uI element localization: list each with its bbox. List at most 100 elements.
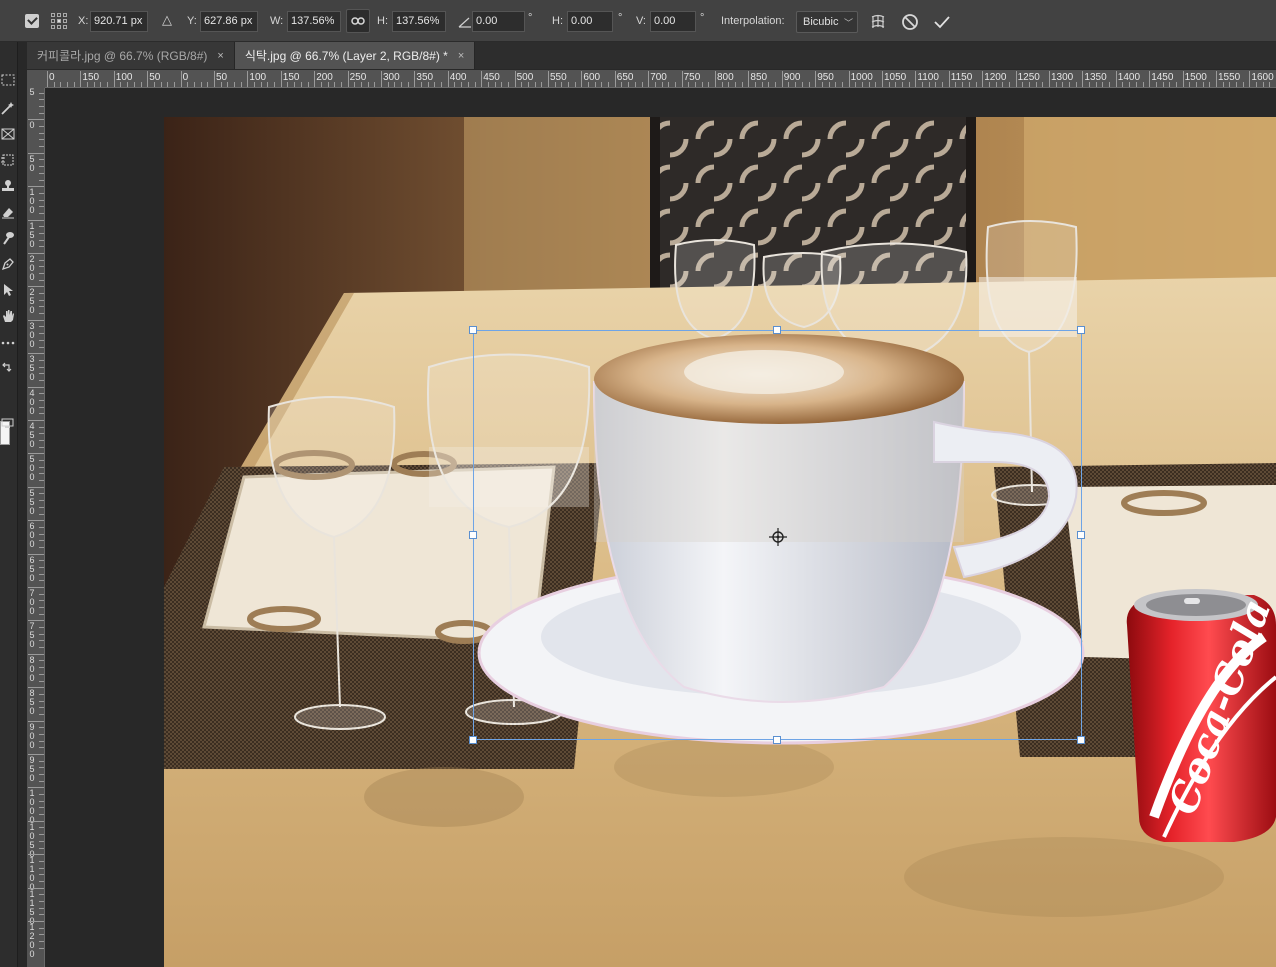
ruler-major-tick (948, 71, 950, 87)
checkmark-icon[interactable] (931, 11, 953, 33)
ruler-minor-tick (735, 82, 737, 87)
screen-mode-icon[interactable] (0, 412, 18, 434)
ruler-tick (28, 653, 44, 655)
ruler-major-tick (113, 71, 115, 87)
width-field[interactable]: 137.56% (287, 11, 341, 32)
rotation-unit: ° (528, 12, 533, 24)
eraser-tool-icon[interactable] (0, 201, 18, 223)
ruler-tick (28, 186, 44, 188)
reference-point-grid[interactable] (51, 13, 67, 29)
ruler-tick (28, 754, 44, 755)
close-icon[interactable]: × (458, 50, 464, 62)
ruler-label: 950 (817, 72, 834, 83)
ruler-minor-tick (307, 82, 309, 87)
options-bar: X: 920.71 px △ Y: 627.86 px W: 137.56% H… (0, 0, 1276, 42)
ruler-tick (39, 306, 44, 308)
ruler-minor-tick (1155, 82, 1157, 87)
ruler-minor-tick (721, 82, 723, 87)
ruler-minor-tick (928, 82, 930, 87)
marquee-tool-icon[interactable] (0, 69, 18, 91)
stamp-tool-icon[interactable] (0, 175, 18, 197)
ruler-minor-tick (621, 82, 623, 87)
ruler-major-tick (280, 71, 282, 87)
ruler-tick (39, 166, 44, 168)
crop-frame-tool-icon[interactable] (0, 123, 18, 145)
height-field[interactable]: 137.56% (392, 11, 446, 32)
ruler-tick (39, 326, 44, 328)
ruler-minor-tick (160, 82, 162, 87)
ruler-minor-tick (935, 82, 937, 87)
ruler-minor-tick (1236, 82, 1238, 87)
transform-handle-bottom-left[interactable] (469, 736, 477, 744)
ruler-tick (39, 533, 44, 535)
tab-coffee-cola[interactable]: 커피콜라.jpg @ 66.7% (RGB/8#) × (27, 42, 235, 69)
magic-wand-tool-icon[interactable] (0, 97, 18, 119)
slice-tool-icon[interactable] (0, 149, 18, 171)
tab-dining-table[interactable]: 식탁.jpg @ 66.7% (Layer 2, RGB/8#) * × (234, 42, 476, 69)
pivot-point-icon[interactable] (769, 528, 787, 546)
transform-handle-top[interactable] (773, 326, 781, 334)
ruler-major-tick (648, 71, 650, 87)
ruler-tick (39, 513, 44, 515)
ruler-label: 300 (383, 72, 400, 83)
tool-preset-checkbox[interactable] (25, 14, 39, 28)
smudge-tool-icon[interactable] (0, 227, 18, 249)
ruler-minor-tick (374, 82, 376, 87)
warp-icon[interactable] (867, 11, 889, 33)
ruler-tick (39, 493, 44, 495)
ruler-minor-tick (120, 82, 122, 87)
ruler-tick (39, 413, 44, 415)
ruler-minor-tick (260, 82, 262, 87)
ruler-minor-tick (868, 82, 870, 87)
interpolation-select[interactable]: Bicubic ﹀ (796, 11, 858, 33)
horizontal-ruler[interactable]: 0 150 100 50 0 50 100 150 200 250 300 350 400 450 500 5… (45, 70, 1276, 88)
rotation-field[interactable]: 0.00 (472, 11, 525, 32)
ruler-tick (39, 633, 44, 635)
ruler-tick (39, 914, 44, 916)
ruler-major-tick (548, 71, 549, 87)
hand-tool-icon[interactable] (0, 305, 18, 327)
ruler-minor-tick (995, 82, 997, 87)
ruler-minor-tick (628, 82, 630, 87)
close-icon[interactable]: × (217, 50, 223, 62)
cancel-icon[interactable] (899, 11, 921, 33)
vertical-skew-field[interactable]: 0.00 (650, 11, 696, 32)
more-tools-icon[interactable] (0, 332, 18, 354)
ruler-major-tick (882, 71, 883, 87)
ruler-minor-tick (274, 82, 276, 87)
ruler-minor-tick (1202, 82, 1204, 87)
ruler-minor-tick (1089, 82, 1091, 87)
transform-handle-right[interactable] (1077, 531, 1085, 539)
transform-handle-top-left[interactable] (469, 326, 477, 334)
ruler-minor-tick (367, 82, 369, 87)
ruler-tick (39, 246, 44, 248)
transform-handle-bottom-right[interactable] (1077, 736, 1085, 744)
link-icon[interactable] (346, 9, 370, 33)
horizontal-skew-field[interactable]: 0.00 (567, 11, 613, 32)
pen-tool-icon[interactable] (0, 253, 18, 275)
ruler-label: 800 (29, 654, 35, 683)
ruler-tick (39, 266, 44, 268)
ruler-minor-tick (1069, 82, 1071, 87)
swap-colors-icon[interactable] (0, 356, 18, 378)
ruler-minor-tick (1035, 82, 1037, 87)
y-position-field[interactable]: 627.86 px (200, 11, 258, 32)
ruler-minor-tick (487, 82, 489, 87)
transform-handle-left[interactable] (469, 531, 477, 539)
ruler-minor-tick (1075, 82, 1077, 87)
transform-handle-top-right[interactable] (1077, 326, 1085, 334)
vertical-ruler[interactable]: 5 0 50 100 150 200 250 300 350 400 450 500 550 600 650… (27, 88, 45, 967)
path-selection-tool-icon[interactable] (0, 279, 18, 301)
ruler-minor-tick (541, 82, 543, 87)
ruler-minor-tick (427, 82, 429, 87)
ruler-tick (39, 807, 44, 809)
ruler-minor-tick (1109, 82, 1111, 87)
ruler-origin[interactable] (27, 70, 45, 88)
x-position-field[interactable]: 920.71 px (90, 11, 148, 32)
ruler-minor-tick (254, 82, 256, 87)
delta-icon[interactable]: △ (160, 13, 174, 27)
ruler-minor-tick (835, 82, 837, 87)
ruler-label: 600 (29, 521, 35, 550)
ruler-minor-tick (641, 82, 643, 87)
transform-handle-bottom[interactable] (773, 736, 781, 744)
